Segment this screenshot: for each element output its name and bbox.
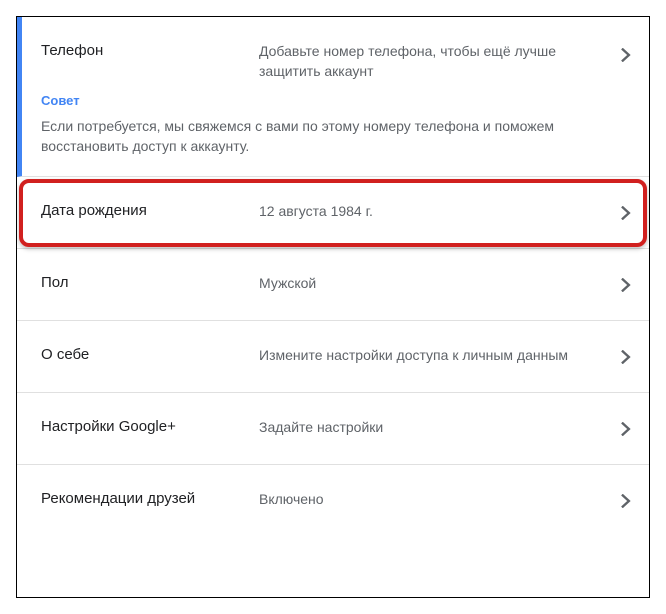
gender-value: Мужской [259, 273, 629, 293]
phone-value: Добавьте номер телефона, чтобы ещё лучше… [259, 41, 629, 81]
birthday-value: 12 августа 1984 г. [259, 201, 629, 221]
about-label: О себе [41, 345, 259, 365]
tip-text: Если потребуется, мы свяжемся с вами по … [22, 116, 649, 156]
gplus-label: Настройки Google+ [41, 417, 259, 437]
gender-row[interactable]: Пол Мужской [17, 249, 649, 321]
birthday-label: Дата рождения [41, 201, 259, 221]
tip-label: Совет [22, 93, 649, 116]
chevron-right-icon [621, 350, 631, 364]
chevron-right-icon [621, 278, 631, 292]
gplus-value: Задайте настройки [259, 417, 629, 437]
gender-label: Пол [41, 273, 259, 293]
birthday-highlight: Дата рождения 12 августа 1984 г. [17, 177, 649, 249]
phone-label: Телефон [41, 41, 259, 61]
settings-panel: Телефон Добавьте номер телефона, чтобы е… [16, 16, 650, 598]
friends-row[interactable]: Рекомендации друзей Включено [17, 465, 649, 537]
phone-row[interactable]: Телефон Добавьте номер телефона, чтобы е… [22, 17, 649, 93]
chevron-right-icon [621, 48, 631, 62]
friends-value: Включено [259, 489, 629, 509]
phone-block: Телефон Добавьте номер телефона, чтобы е… [17, 17, 649, 177]
chevron-right-icon [621, 206, 631, 220]
gplus-row[interactable]: Настройки Google+ Задайте настройки [17, 393, 649, 465]
about-value: Измените настройки доступа к личным данн… [259, 345, 629, 365]
about-row[interactable]: О себе Измените настройки доступа к личн… [17, 321, 649, 393]
chevron-right-icon [621, 494, 631, 508]
chevron-right-icon [621, 422, 631, 436]
birthday-row[interactable]: Дата рождения 12 августа 1984 г. [17, 177, 649, 249]
friends-label: Рекомендации друзей [41, 489, 259, 509]
